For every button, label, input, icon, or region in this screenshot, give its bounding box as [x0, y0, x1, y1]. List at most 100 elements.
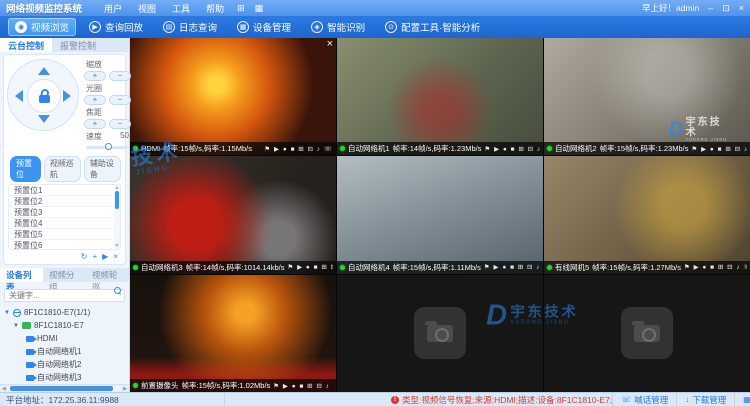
tree-root[interactable]: ▼ 8F1C1810-E7(1/1) [0, 306, 129, 319]
ptz-dpad[interactable] [7, 59, 79, 131]
zoom-minus-button[interactable]: − [109, 71, 131, 81]
tab-config-tools[interactable]: ⊙ 配置工具·智能分析 [378, 18, 487, 36]
hscroll-thumb[interactable] [10, 386, 113, 391]
ptz-down-arrow[interactable] [38, 115, 50, 123]
tab-playback[interactable]: ▶ 查询回放 [82, 18, 150, 36]
chevron-down-icon[interactable]: ▼ [4, 310, 10, 316]
tab-log-query[interactable]: ▤ 日志查询 [156, 18, 224, 36]
tab-video-cruise[interactable]: 视频巡航 [44, 156, 81, 182]
preset-item[interactable]: 预置位4 [9, 218, 120, 229]
platform-icon [13, 309, 21, 317]
video-overlay: 自动网络机1 帧率:14帧/s,码率:1.23Mb/s ⚑ ▶ ● ■ ⊞ ⊟ … [337, 142, 543, 155]
preset-add-icon[interactable]: + [93, 252, 98, 261]
overlay-toolbar-icons[interactable]: ⚑ ▶ ● ■ ⊞ ⊟ ♪ ☏ [287, 263, 333, 271]
minimize-button[interactable]: – [708, 4, 713, 13]
tab-video-tour[interactable]: 视频轮巡 [86, 268, 129, 282]
device-tab-bar: 设备列表 视频分组 视频轮巡 [0, 268, 129, 282]
titlebar: 网络视频监控系统 用户 视图 工具 帮助 ⊞ ▦ 早上好！admin – ⊡ × [0, 0, 750, 16]
preset-item[interactable]: 预置位2 [9, 196, 120, 207]
preset-item[interactable]: 预置位1 [9, 185, 120, 196]
tab-device-list[interactable]: 设备列表 [0, 268, 43, 282]
preset-item[interactable]: 预置位3 [9, 207, 120, 218]
preset-refresh-icon[interactable]: ↻ [81, 252, 88, 261]
iris-minus-button[interactable]: − [109, 95, 131, 105]
menu-tools[interactable]: 工具 [172, 2, 190, 15]
ptz-up-arrow[interactable] [38, 67, 50, 75]
tab-presets[interactable]: 预置位 [10, 156, 41, 182]
video-frame [130, 275, 336, 392]
ptz-left-arrow[interactable] [15, 90, 23, 102]
tree-device[interactable]: ▼ 8F1C1810-E7 [0, 319, 129, 332]
tab-ptz-control[interactable]: 云台控制 [0, 38, 52, 52]
grid-layout-icon[interactable]: ▦ [255, 3, 264, 14]
speed-slider[interactable] [86, 143, 129, 151]
ptz-right-arrow[interactable] [63, 90, 71, 102]
video-cell-3[interactable]: 自动网络机2 帧率:15帧/s,码率:1.23Mb/s ⚑ ▶ ● ■ ⊞ ⊟ … [544, 38, 750, 155]
tree-channel-2[interactable]: 自动网络机2 [0, 358, 129, 371]
sidebar-hscrollbar[interactable]: ◀ ▶ [0, 384, 129, 392]
video-cell-5[interactable]: 自动网络机4 帧率:15帧/s,码率:1.11Mb/s ⚑ ▶ ● ■ ⊞ ⊟ … [337, 156, 543, 273]
download-manage-button[interactable]: ↓ 下载管理 [676, 393, 734, 406]
preset-scrollbar[interactable]: ▲ ▼ [114, 185, 120, 249]
video-cell-8-empty[interactable] [337, 275, 543, 392]
tab-video-browse[interactable]: ◉ 视频浏览 [8, 18, 76, 36]
tab-ai-recognition[interactable]: ◈ 智能识别 [304, 18, 372, 36]
overlay-toolbar-icons[interactable]: ⚑ ▶ ● ■ ⊞ ⊟ ♪ ☏ [691, 145, 747, 153]
video-cell-2[interactable]: 自动网络机1 帧率:14帧/s,码率:1.23Mb/s ⚑ ▶ ● ■ ⊞ ⊟ … [337, 38, 543, 155]
focus-minus-button[interactable]: − [109, 119, 131, 129]
tab-alarm-control[interactable]: 报警控制 [52, 38, 104, 52]
tab-device-manage[interactable]: ▦ 设备管理 [230, 18, 298, 36]
video-cell-7-selected[interactable]: 前置摄像头 帧率:15帧/s,码率:1.02Mb/s ⚑ ▶ ● ■ ⊞ ⊟ ♪… [130, 275, 336, 392]
search-icon[interactable] [114, 287, 121, 294]
overlay-toolbar-icons[interactable]: ⚑ ▶ ● ■ ⊞ ⊟ ♪ ☏ [484, 145, 540, 153]
video-cell-4[interactable]: 自动网络机3 帧率:14帧/s,码率:1014.14kb/s ⚑ ▶ ● ■ ⊞… [130, 156, 336, 273]
channel-label: 自动网络机3 [37, 372, 81, 383]
close-button[interactable]: × [739, 4, 744, 13]
overlay-toolbar-icons[interactable]: ⚑ ▶ ● ■ ⊞ ⊟ ♪ ☏ [684, 263, 747, 271]
video-frame [337, 156, 543, 273]
data-export-button[interactable]: ▦ 数据导出 [734, 393, 750, 406]
speed-label: 速度 [86, 131, 102, 142]
preset-item[interactable]: 预置位6 [9, 240, 120, 250]
iris-label: 光圈 [86, 83, 131, 94]
preset-delete-icon[interactable]: × [113, 252, 118, 261]
tree-channel-3[interactable]: 自动网络机3 [0, 371, 129, 384]
tab-aux-device[interactable]: 辅助设备 [84, 156, 121, 182]
ptz-lock-button[interactable] [27, 79, 61, 113]
zoom-plus-button[interactable]: + [84, 71, 106, 81]
tree-channel-hdmi[interactable]: HDMI [0, 332, 129, 345]
tree-device-label: 8F1C1810-E7 [34, 321, 84, 330]
video-cell-1[interactable]: × HDMI 帧率:15帧/s,码率:1.15Mb/s ⚑ ▶ ● ■ ⊞ ⊟ … [130, 38, 336, 155]
preset-call-icon[interactable]: ▶ [102, 252, 108, 261]
menu-view[interactable]: 视图 [138, 2, 156, 15]
search-input[interactable] [4, 289, 125, 302]
tab-video-group[interactable]: 视频分组 [43, 268, 86, 282]
scroll-right-icon[interactable]: ▶ [121, 386, 129, 392]
scroll-thumb[interactable] [115, 191, 119, 209]
menu-help[interactable]: 帮助 [206, 2, 224, 15]
focus-plus-button[interactable]: + [84, 119, 106, 129]
restore-button[interactable]: ⊡ [722, 4, 730, 13]
chevron-down-icon[interactable]: ▼ [13, 323, 19, 329]
camera-name: 自动网络机1 [348, 143, 390, 154]
scroll-left-icon[interactable]: ◀ [0, 386, 8, 392]
scroll-down-icon[interactable]: ▼ [115, 243, 120, 249]
menu-user[interactable]: 用户 [104, 2, 122, 15]
video-cell-6[interactable]: 有线网机5 帧率:15帧/s,码率:1.27Mb/s ⚑ ▶ ● ■ ⊞ ⊟ ♪… [544, 156, 750, 273]
button-label: 下载管理 [692, 394, 726, 406]
close-video-icon[interactable]: × [327, 39, 333, 50]
overlay-toolbar-icons[interactable]: ⚑ ▶ ● ■ ⊞ ⊟ ♪ ☏ [273, 382, 333, 390]
unlock-icon [38, 89, 50, 103]
tree-channel-1[interactable]: 自动网络机1 [0, 345, 129, 358]
log-icon: ▤ [163, 21, 175, 33]
layout-icon[interactable]: ⊞ [237, 3, 245, 14]
broadcast-manage-button[interactable]: ☏ 喊话管理 [612, 393, 676, 406]
video-cell-9-empty[interactable] [544, 275, 750, 392]
device-icon [22, 322, 31, 329]
preset-item[interactable]: 预置位5 [9, 229, 120, 240]
overlay-toolbar-icons[interactable]: ⚑ ▶ ● ■ ⊞ ⊟ ♪ ☏ [484, 263, 540, 271]
overlay-toolbar-icons[interactable]: ⚑ ▶ ● ■ ⊞ ⊟ ♪ ☏ [264, 145, 333, 153]
iris-plus-button[interactable]: + [84, 95, 106, 105]
tab-label: 视频浏览 [31, 20, 69, 34]
camera-placeholder-icon [427, 325, 453, 342]
